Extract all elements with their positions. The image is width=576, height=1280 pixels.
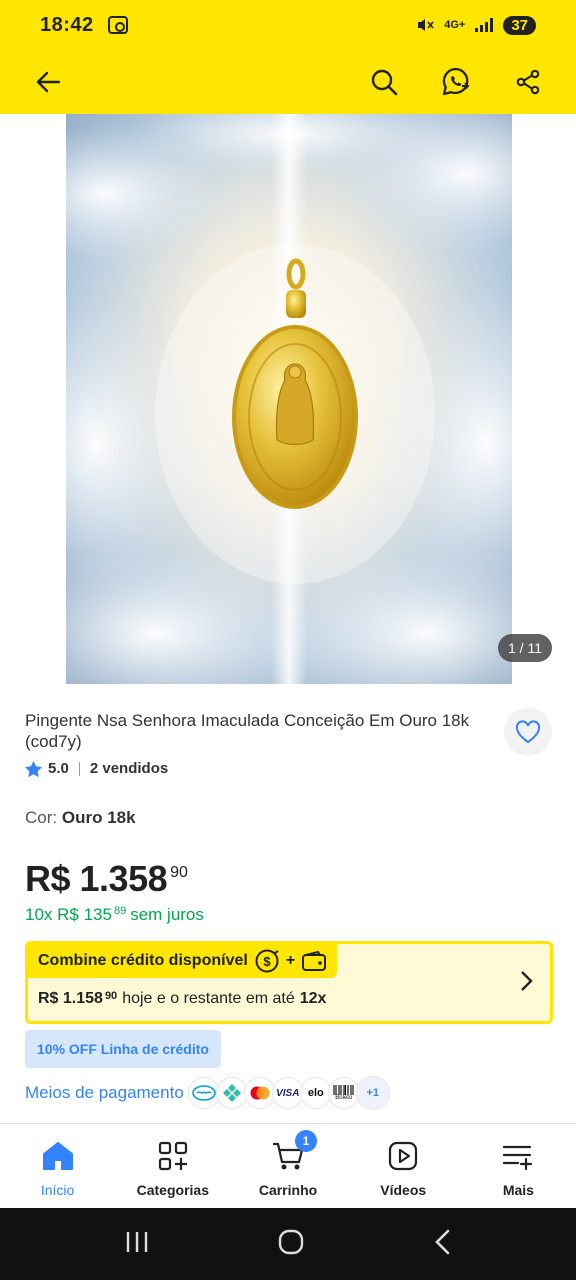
tab-label: Vídeos — [380, 1182, 427, 1198]
product-gallery[interactable]: 1 / 11 — [0, 114, 576, 686]
credit-offer-description: R$ 1.158 90 hoje e o restante em até 12x — [38, 990, 326, 1008]
tab-categorias[interactable]: Categorias — [115, 1124, 230, 1208]
status-bar: 18:42 4G+ 37 — [0, 0, 576, 50]
tab-label: Carrinho — [258, 1182, 318, 1198]
back-button[interactable] — [26, 60, 70, 104]
recent-apps-icon — [126, 1231, 147, 1252]
chevron-right-icon — [521, 971, 533, 991]
boleto-icon: Boleto — [327, 1077, 360, 1109]
battery-indicator: 37 — [503, 15, 536, 35]
tab-label: Categorias — [136, 1182, 209, 1198]
more-payment-methods[interactable]: +1 — [355, 1076, 390, 1110]
rating-row[interactable]: 5.0 2 vendidos — [25, 760, 168, 777]
screen-recorder-icon — [107, 16, 128, 34]
system-navigation-bar — [0, 1208, 576, 1280]
svg-text:$: $ — [263, 954, 271, 969]
product-title: Pingente Nsa Senhora Imaculada Conceição… — [25, 711, 470, 751]
tab-label: Mais — [502, 1182, 534, 1198]
star-icon — [25, 760, 42, 777]
categories-icon — [158, 1141, 187, 1171]
price-cents: 90 — [170, 864, 188, 881]
home-icon — [42, 1142, 73, 1170]
elo-icon: elo — [299, 1077, 332, 1109]
credit-offer-title: Combine crédito disponível — [38, 952, 248, 969]
credit-amount-cents: 90 — [104, 990, 118, 1002]
price: R$ 1.358 90 — [25, 858, 188, 900]
mercadopago-icon — [187, 1077, 220, 1109]
share-icon — [516, 69, 540, 95]
payment-methods-link[interactable]: Meios de pagamento — [25, 1083, 184, 1103]
credit-offer-card[interactable]: Combine crédito disponível $ + R$ 1.158 … — [25, 941, 553, 1024]
installment-cents: 89 — [113, 905, 127, 917]
signal-icon — [475, 18, 494, 32]
network-label: 4G+ — [444, 19, 466, 31]
credit-discount-badge: 10% OFF Linha de crédito — [25, 1030, 221, 1068]
home-system-button[interactable] — [277, 1228, 305, 1261]
pix-icon — [215, 1077, 248, 1109]
credit-middle-text: hoje e o restante em até — [122, 990, 295, 1007]
image-counter: 1 / 11 — [498, 634, 552, 662]
wallet-icon — [302, 950, 327, 971]
whatsapp-icon — [442, 67, 470, 96]
rating-separator — [78, 761, 80, 776]
boleto-label: Boleto — [335, 1095, 353, 1101]
video-icon — [389, 1141, 418, 1171]
mute-icon — [418, 19, 434, 31]
tab-label: Início — [40, 1182, 75, 1198]
color-label: Cor: — [25, 808, 58, 827]
bottom-tab-bar: Início Categorias 1 Carrinho Vídeos Mais — [0, 1124, 576, 1208]
heart-icon — [515, 720, 541, 744]
tab-mais[interactable]: Mais — [461, 1124, 576, 1208]
cart-count-badge: 1 — [295, 1130, 317, 1152]
color-selector[interactable]: Cor: Ouro 18k — [25, 808, 136, 828]
gold-medal-pendant-image — [66, 114, 512, 684]
credit-offer-header: Combine crédito disponível $ + — [28, 944, 338, 978]
favorite-button[interactable] — [504, 708, 552, 756]
share-button[interactable] — [506, 60, 550, 104]
status-icons: 4G+ 37 — [416, 15, 536, 35]
recent-apps-button[interactable] — [124, 1230, 150, 1259]
price-main: R$ 1.358 — [25, 858, 168, 899]
installment-amount: 10x R$ 135 — [25, 905, 112, 924]
color-value: Ouro 18k — [61, 808, 136, 827]
tab-carrinho[interactable]: 1 Carrinho — [230, 1124, 345, 1208]
payment-methods-row[interactable]: Meios de pagamento VISA elo Boleto +1 — [25, 1074, 390, 1112]
tab-inicio[interactable]: Início — [0, 1124, 115, 1208]
home-circle-icon — [278, 1229, 304, 1254]
more-icon — [503, 1145, 533, 1171]
status-time: 18:42 — [40, 13, 94, 36]
installment-suffix: sem juros — [130, 905, 204, 924]
money-coin-icon: $ — [255, 949, 279, 973]
credit-amount: R$ 1.158 — [38, 990, 103, 1007]
sold-count: 2 vendidos — [89, 760, 169, 777]
tab-videos[interactable]: Vídeos — [346, 1124, 461, 1208]
product-image[interactable] — [66, 114, 512, 684]
back-system-button[interactable] — [432, 1228, 452, 1261]
barcode-icon — [333, 1085, 354, 1095]
installments: 10x R$ 135 89 sem juros — [25, 905, 204, 925]
rating-score: 5.0 — [48, 760, 69, 777]
back-chevron-icon — [435, 1229, 450, 1254]
visa-icon: VISA — [271, 1077, 304, 1109]
credit-installments: 12x — [299, 990, 327, 1007]
search-icon — [371, 69, 398, 96]
mastercard-icon — [243, 1077, 276, 1109]
credit-plus: + — [285, 952, 296, 969]
app-header — [0, 50, 576, 114]
arrow-left-icon — [36, 71, 61, 93]
search-button[interactable] — [362, 60, 406, 104]
whatsapp-share-button[interactable] — [434, 60, 478, 104]
